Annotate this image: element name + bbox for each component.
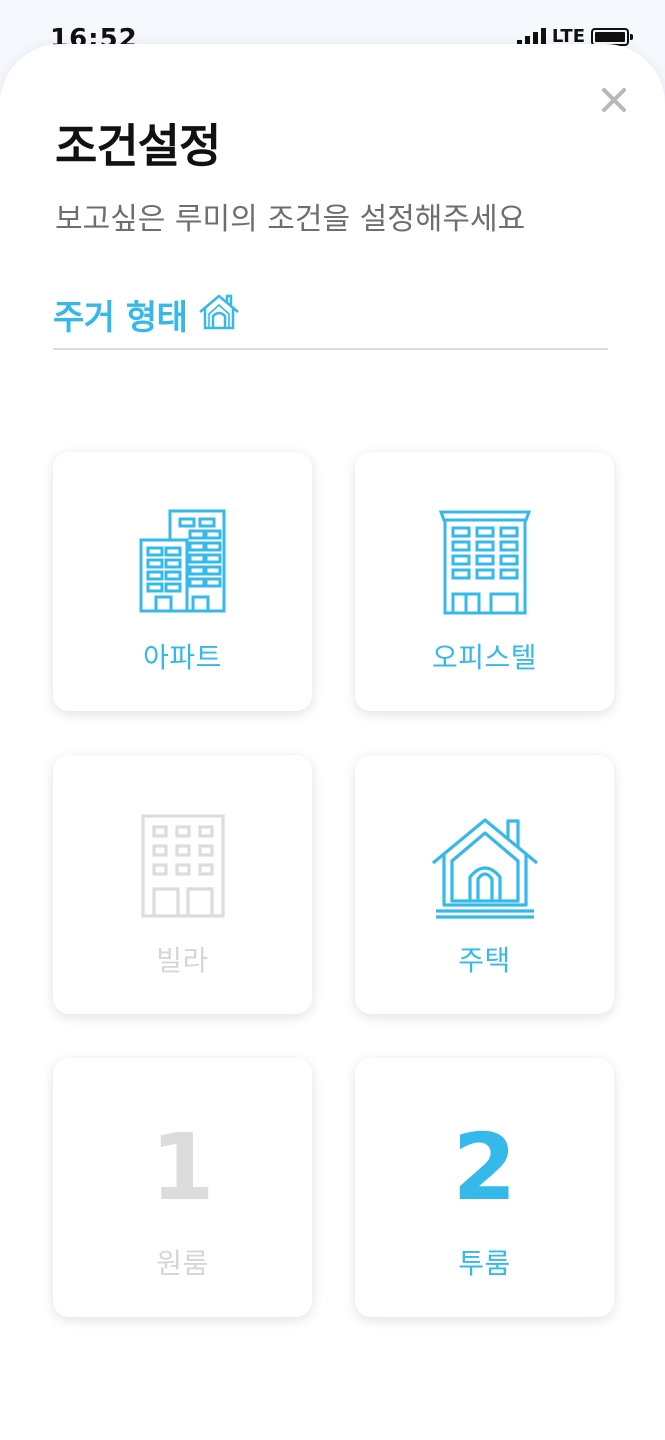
option-oneroom[interactable]: 1 원룸 bbox=[53, 1058, 312, 1317]
close-icon[interactable] bbox=[601, 87, 627, 113]
house-icon bbox=[431, 818, 538, 919]
option-label: 오피스텔 bbox=[431, 641, 538, 674]
house-outline-icon bbox=[199, 294, 240, 330]
option-officetel[interactable]: 오피스텔 bbox=[355, 452, 614, 711]
page-subtitle: 보고싶은 루미의 조건을 설정해주세요 bbox=[55, 202, 526, 237]
room-count: 1 bbox=[150, 1114, 215, 1221]
option-label: 주택 bbox=[458, 944, 511, 977]
option-house[interactable]: 주택 bbox=[355, 755, 614, 1014]
room-count: 2 bbox=[452, 1114, 517, 1221]
page-title: 조건설정 bbox=[55, 119, 221, 173]
close-button[interactable] bbox=[596, 82, 632, 118]
option-label: 투룸 bbox=[458, 1247, 511, 1280]
option-label: 아파트 bbox=[143, 641, 222, 674]
section-housing-type: 주거 형태 bbox=[53, 290, 608, 350]
option-tworoom[interactable]: 2 투룸 bbox=[355, 1058, 614, 1317]
section-label: 주거 형태 bbox=[53, 298, 188, 338]
officetel-icon bbox=[438, 510, 531, 615]
option-label: 원룸 bbox=[156, 1247, 209, 1280]
apartment-icon bbox=[139, 509, 225, 613]
option-label: 빌라 bbox=[156, 944, 209, 977]
condition-sheet: 조건설정 보고싶은 루미의 조건을 설정해주세요 주거 형태 아파트 오피스텔 … bbox=[0, 44, 665, 1440]
option-villa[interactable]: 빌라 bbox=[53, 755, 312, 1014]
option-apartment[interactable]: 아파트 bbox=[53, 452, 312, 711]
villa-icon bbox=[140, 814, 225, 918]
